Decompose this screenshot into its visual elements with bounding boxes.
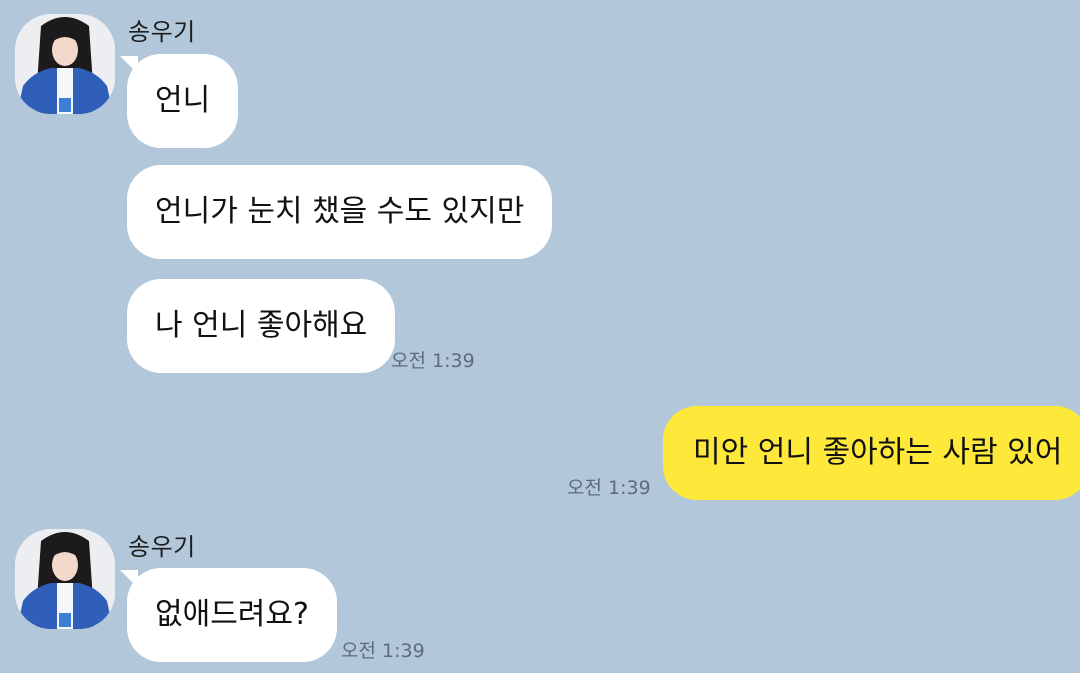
message-bubble[interactable]: 언니 [127, 54, 239, 148]
bubble-tail [1040, 408, 1059, 426]
message-bubble[interactable]: 나 언니 좋아해요 [127, 279, 396, 373]
profile-photo-icon [15, 529, 115, 629]
sender-avatar[interactable] [15, 529, 115, 629]
sender-name: 송우기 [128, 533, 196, 561]
sender-name: 송우기 [128, 18, 196, 46]
message-timestamp: 오전 1:39 [567, 477, 651, 499]
message-timestamp: 오전 1:39 [391, 350, 475, 372]
sender-avatar[interactable] [15, 14, 115, 114]
message-bubble[interactable]: 미안 언니 좋아하는 사람 있어 [663, 406, 1080, 500]
message-timestamp: 오전 1:39 [341, 640, 425, 662]
chat-room: 송우기 언니 언니가 눈치 챘을 수도 있지만 나 언니 좋아해요 오전 1:3… [0, 0, 1080, 673]
profile-photo-icon [15, 14, 115, 114]
message-bubble[interactable]: 언니가 눈치 챘을 수도 있지만 [127, 165, 553, 259]
message-bubble[interactable]: 없애드려요? [127, 568, 337, 662]
